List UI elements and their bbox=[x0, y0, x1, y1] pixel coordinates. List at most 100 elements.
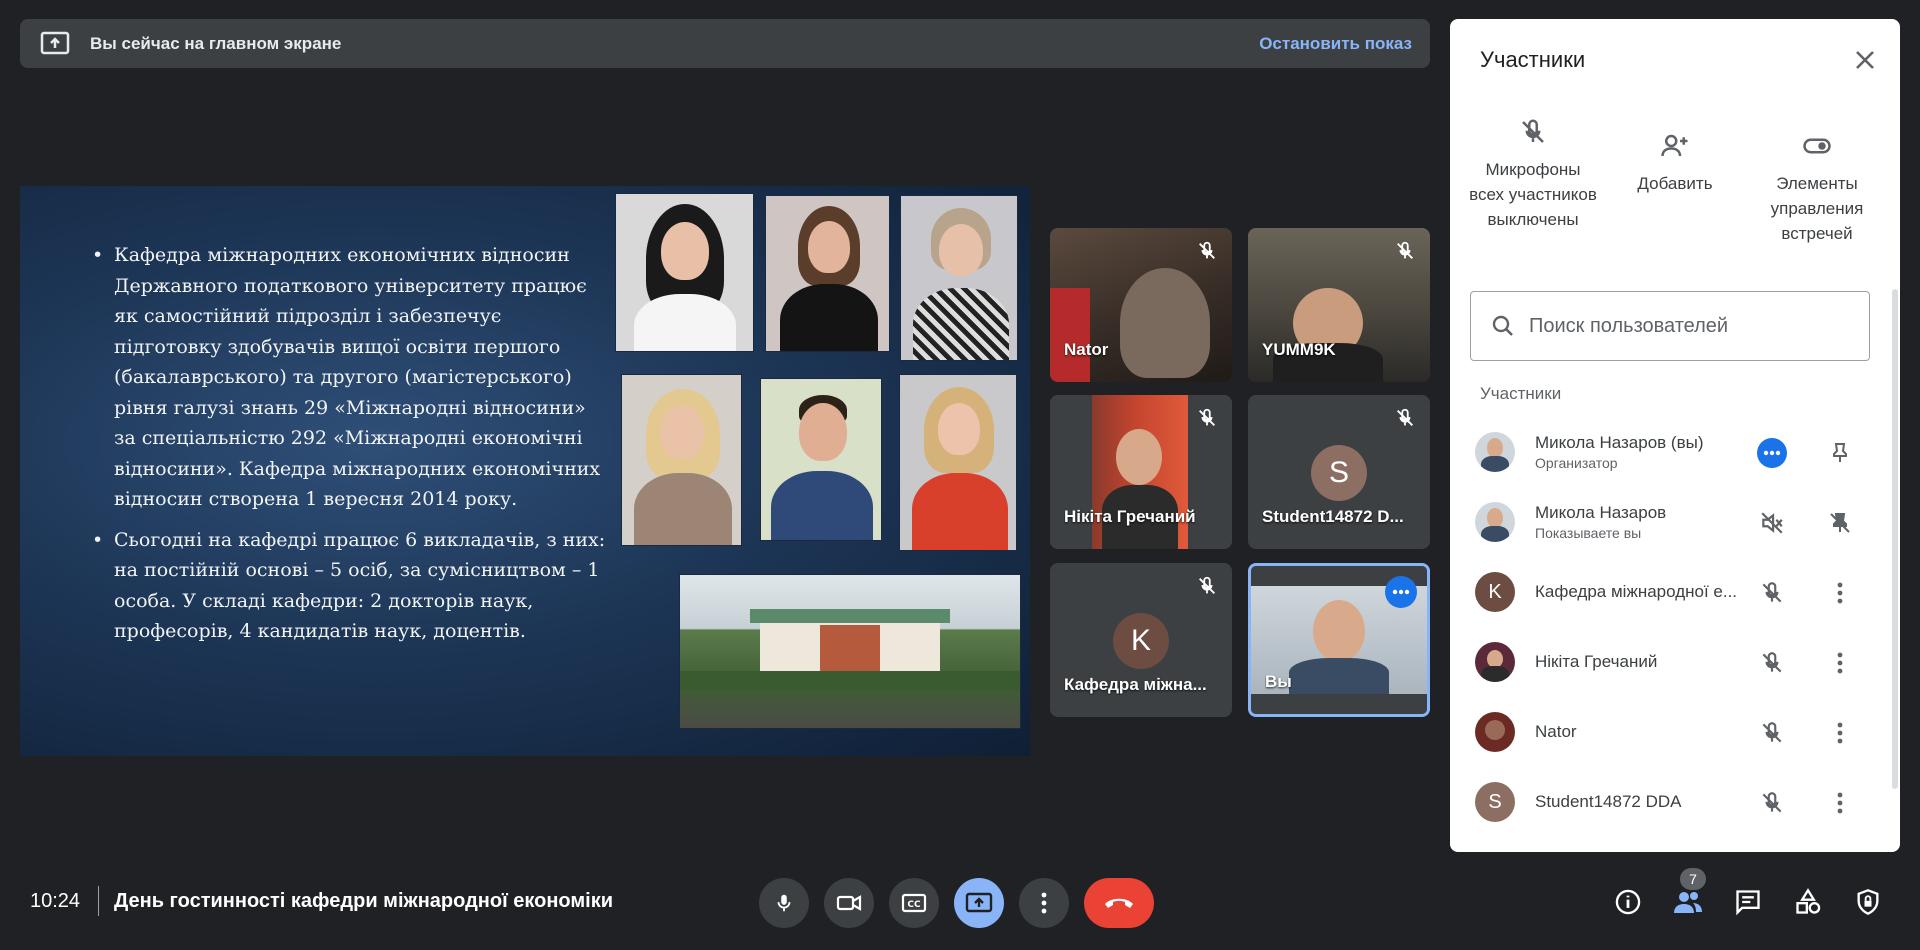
present-screen-button[interactable] bbox=[954, 878, 1004, 928]
avatar: S bbox=[1311, 445, 1367, 501]
avatar: K bbox=[1113, 613, 1169, 669]
staff-photo bbox=[621, 374, 742, 546]
participant-row[interactable]: Микола Назаров (вы) Организатор bbox=[1450, 417, 1890, 487]
video-tile-nikita[interactable]: Нікіта Гречаний bbox=[1050, 395, 1232, 549]
chat-button[interactable] bbox=[1730, 884, 1766, 920]
participant-row[interactable]: Nator bbox=[1450, 697, 1890, 767]
host-controls-button[interactable] bbox=[1850, 884, 1886, 920]
info-icon bbox=[1615, 889, 1641, 915]
divider bbox=[98, 886, 99, 916]
video-tile-yumm9k[interactable]: YUMM9K bbox=[1248, 228, 1430, 382]
present-screen-icon bbox=[40, 31, 70, 54]
participant-row[interactable]: K Кафедра міжнародної е... bbox=[1450, 557, 1890, 627]
slide-bullet: Кафедра міжнародних економічних відносин… bbox=[92, 240, 612, 515]
meeting-clock: 10:24 bbox=[30, 890, 81, 912]
video-tile-student14872[interactable]: S Student14872 D... bbox=[1248, 395, 1430, 549]
camera-button[interactable] bbox=[824, 878, 874, 928]
hang-up-icon bbox=[1105, 898, 1133, 908]
participant-name: Nator bbox=[1535, 722, 1577, 741]
shapes-icon bbox=[1796, 888, 1821, 914]
captions-button[interactable]: CC bbox=[889, 878, 939, 928]
participant-row[interactable] bbox=[1450, 837, 1890, 852]
mic-off-icon bbox=[1199, 408, 1215, 426]
add-people-action[interactable]: Добавить bbox=[1610, 117, 1740, 246]
unpin-icon[interactable] bbox=[1825, 508, 1855, 538]
tile-name: Nator bbox=[1064, 340, 1109, 359]
panel-scrollbar[interactable] bbox=[1892, 289, 1898, 789]
participant-row[interactable]: Микола Назаров Показываете вы bbox=[1450, 487, 1890, 557]
mic-off-icon bbox=[1199, 241, 1215, 259]
meeting-info-button[interactable] bbox=[1610, 884, 1646, 920]
more-vert-icon[interactable] bbox=[1825, 578, 1855, 608]
participant-name: Микола Назаров bbox=[1535, 503, 1667, 522]
participant-row[interactable]: Нікіта Гречаний bbox=[1450, 627, 1890, 697]
search-icon bbox=[1492, 315, 1513, 336]
action-label: Добавить bbox=[1637, 174, 1713, 193]
action-label: Элементы управления встречей bbox=[1770, 174, 1864, 243]
tile-name: YUMM9K bbox=[1262, 340, 1336, 359]
university-building-photo bbox=[679, 574, 1021, 729]
mic-off-icon bbox=[1397, 241, 1413, 259]
meeting-title: День гостинності кафедри міжнародної еко… bbox=[114, 890, 614, 912]
toggle-icon bbox=[1803, 138, 1831, 154]
avatar bbox=[1475, 502, 1515, 542]
mic-off-icon bbox=[1757, 578, 1787, 608]
chat-icon bbox=[1736, 890, 1760, 916]
staff-photo bbox=[899, 374, 1017, 551]
mic-off-icon bbox=[1757, 718, 1787, 748]
video-tile-nator[interactable]: Nator bbox=[1050, 228, 1232, 382]
mic-icon bbox=[777, 894, 791, 912]
mic-off-icon bbox=[1757, 648, 1787, 678]
tile-name: Вы bbox=[1265, 672, 1292, 691]
avatar bbox=[1475, 712, 1515, 752]
add-person-icon bbox=[1661, 134, 1688, 157]
bottom-bar: 10:24 День гостинності кафедри міжнародн… bbox=[0, 868, 1920, 934]
captions-icon: CC bbox=[901, 893, 927, 913]
slide-bullets: Кафедра міжнародних економічних відносин… bbox=[92, 240, 612, 657]
more-vert-icon bbox=[1041, 892, 1047, 914]
participant-name: Кафедра міжнародної е... bbox=[1535, 582, 1738, 601]
pin-icon[interactable] bbox=[1825, 438, 1855, 468]
mic-off-icon bbox=[1522, 119, 1544, 143]
microphone-button[interactable] bbox=[759, 878, 809, 928]
avatar: S bbox=[1475, 782, 1515, 822]
mic-off-icon bbox=[1199, 576, 1215, 594]
avatar bbox=[1475, 432, 1515, 472]
video-tile-kafedra[interactable]: K Кафедра міжна... bbox=[1050, 563, 1232, 717]
search-box[interactable] bbox=[1470, 291, 1870, 361]
more-vert-icon[interactable] bbox=[1825, 648, 1855, 678]
panel-title: Участники bbox=[1480, 47, 1586, 72]
more-options-icon[interactable] bbox=[1757, 438, 1787, 468]
staff-photo bbox=[900, 195, 1018, 361]
mic-off-icon bbox=[1757, 788, 1787, 818]
more-vert-icon[interactable] bbox=[1825, 718, 1855, 748]
panel-actions: Микрофоны всех участников выключены Доба… bbox=[1450, 117, 1900, 246]
more-vert-icon[interactable] bbox=[1825, 788, 1855, 818]
tile-name: Student14872 D... bbox=[1262, 507, 1404, 526]
staff-photo bbox=[760, 378, 882, 541]
section-label: Участники bbox=[1480, 384, 1562, 403]
avatar: K bbox=[1475, 572, 1515, 612]
camera-icon bbox=[836, 895, 862, 911]
participants-list: Микола Назаров (вы) Организатор Микола Н… bbox=[1450, 417, 1890, 852]
participant-name: Student14872 DDA bbox=[1535, 792, 1682, 811]
volume-off-icon bbox=[1757, 508, 1787, 538]
staff-photo bbox=[615, 193, 754, 352]
stop-presenting-button[interactable]: Остановить показ bbox=[1259, 34, 1412, 54]
presenting-banner-text: Вы сейчас на главном экране bbox=[90, 33, 342, 53]
more-options-icon[interactable] bbox=[1385, 576, 1417, 608]
present-screen-icon bbox=[965, 892, 993, 913]
close-icon[interactable] bbox=[1850, 45, 1880, 75]
slide-bullet: Сьогодні на кафедрі працює 6 викладачів,… bbox=[92, 525, 612, 647]
host-controls-action[interactable]: Элементы управления встречей bbox=[1752, 117, 1882, 246]
participant-row[interactable]: S Student14872 DDA bbox=[1450, 767, 1890, 837]
mute-all-action[interactable]: Микрофоны всех участников выключены bbox=[1468, 117, 1598, 246]
end-call-button[interactable] bbox=[1084, 878, 1154, 928]
video-tile-self[interactable]: Вы bbox=[1248, 563, 1430, 717]
more-options-button[interactable] bbox=[1019, 878, 1069, 928]
activities-button[interactable] bbox=[1790, 884, 1826, 920]
tile-name: Кафедра міжна... bbox=[1064, 675, 1207, 694]
search-input[interactable] bbox=[1529, 314, 1849, 338]
people-icon bbox=[1674, 892, 1702, 913]
tile-name: Нікіта Гречаний bbox=[1064, 507, 1196, 526]
